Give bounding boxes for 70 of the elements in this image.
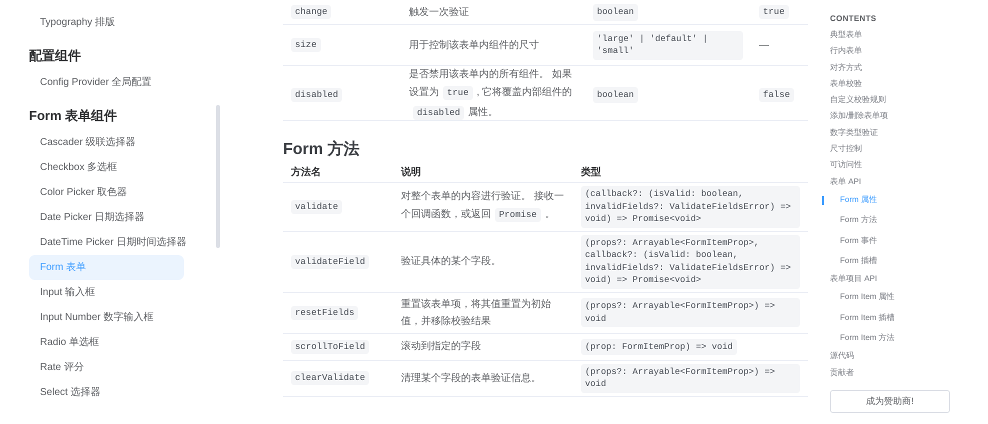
toc-title: CONTENTS [830, 14, 878, 23]
scrollbar[interactable] [216, 105, 220, 248]
toc-link[interactable]: 表单项目 API [830, 271, 988, 288]
toc-link[interactable]: 添加/删除表单项 [830, 108, 988, 125]
nav-item[interactable]: Input 输入框 [29, 280, 184, 305]
toc-link[interactable]: 贡献者 [830, 364, 988, 381]
nav-item[interactable]: Cascader 级联选择器 [29, 130, 184, 155]
description-text: 清理某个字段的表单验证信息。 [401, 372, 542, 386]
nav-item[interactable]: Date Picker 日期选择器 [29, 205, 184, 230]
description-text: 触发一次验证 [409, 6, 470, 20]
column-header: 方法名 [291, 166, 321, 178]
description-text: 滚动到指定的字段 [401, 340, 482, 354]
description-text: 是否禁用该表单内的所有组件。 如果设置为 true , 它将覆盖内部组件的 disabled 属性。 [409, 68, 574, 122]
default-value: — [759, 40, 769, 50]
description-text: 用于控制该表单内组件的尺寸 [409, 38, 540, 52]
type-code: boolean [593, 86, 638, 104]
type-code: (props?: Arrayable<FormItemProp>) => void [581, 298, 800, 327]
property-name: size [291, 38, 321, 52]
group-heading: Form 表单组件 [29, 107, 118, 125]
method-name: scrollToField [291, 340, 370, 354]
method-name: validateField [291, 254, 370, 268]
nav-item[interactable]: Typography 排版 [29, 10, 184, 35]
toc-link[interactable]: Form 事件 [830, 230, 988, 251]
nav-item[interactable]: Rate 评分 [29, 355, 184, 380]
toc-link[interactable]: 自定义校验规则 [830, 92, 988, 108]
type-code: boolean [593, 4, 638, 21]
toc-link[interactable]: 表单校验 [830, 76, 988, 92]
nav-item[interactable]: DateTime Picker 日期时间选择器 [29, 230, 184, 255]
type-code: (prop: FormItemProp) => void [581, 338, 737, 356]
default-value: true [759, 5, 789, 19]
section-heading: Form 方法 [283, 139, 360, 160]
type-code: (props?: Arrayable<FormItemProp>) => void [581, 364, 800, 392]
type-code: 'large' | 'default' | 'small' [593, 30, 743, 60]
nav-item[interactable]: Radio 单选框 [29, 330, 184, 355]
toc-link[interactable]: Form Item 插槽 [830, 308, 988, 328]
default-value: false [759, 88, 794, 102]
description-text: 验证具体的某个字段。 [401, 254, 502, 269]
nav-item[interactable]: Checkbox 多选框 [29, 155, 184, 180]
toc-link[interactable]: 表单 API [830, 174, 988, 190]
property-name: change [291, 5, 332, 19]
type-code: (props?: Arrayable<FormItemProp>, callback?: (isValid: boolean, invalidFields?: ValidateFieldsError) => void) => Promise<void> [581, 234, 800, 288]
nav-item[interactable]: Config Provider 全局配置 [29, 70, 184, 95]
nav-item[interactable]: Select 选择器 [29, 380, 184, 405]
toc-link[interactable]: 源代码 [830, 348, 988, 365]
toc-link[interactable]: Form 方法 [830, 210, 988, 231]
active-marker [822, 196, 824, 205]
toc-link[interactable]: 对齐方式 [830, 60, 988, 76]
description-text: 对整个表单的内容进行验证。 接收一个回调函数，或返回 Promise 。 [401, 190, 565, 224]
method-name: validate [291, 200, 342, 214]
method-name: clearValidate [291, 371, 370, 385]
toc-link[interactable]: Form Item 方法 [830, 328, 988, 348]
column-header: 类型 [581, 166, 601, 178]
toc-link[interactable]: 数字类型验证 [830, 124, 988, 142]
toc-link[interactable]: 可访问性 [830, 157, 988, 174]
nav-item[interactable]: Input Number 数字输入框 [29, 305, 184, 330]
description-text: 重置该表单项，将其值重置为初始值，并移除校验结果 [401, 298, 552, 328]
column-header: 说明 [401, 166, 421, 178]
nav-item[interactable]: Form 表单 [29, 255, 184, 280]
sponsor-button[interactable]: 成为赞助商! [830, 390, 950, 413]
group-heading: 配置组件 [29, 47, 81, 65]
type-code: (callback?: (isValid: boolean, invalidFields?: ValidateFieldsError) => void) => Promise<void> [581, 186, 800, 228]
toc-link[interactable]: Form 属性 [830, 190, 988, 210]
toc-link[interactable]: Form Item 属性 [830, 287, 988, 308]
toc-link[interactable]: 尺寸控制 [830, 141, 988, 158]
toc-link[interactable]: 典型表单 [830, 27, 988, 44]
toc-link[interactable]: Form 插槽 [830, 250, 988, 272]
property-name: disabled [291, 88, 342, 102]
method-name: resetFields [291, 306, 358, 320]
toc-link[interactable]: 行内表单 [830, 43, 988, 60]
nav-item[interactable]: Color Picker 取色器 [29, 180, 184, 205]
